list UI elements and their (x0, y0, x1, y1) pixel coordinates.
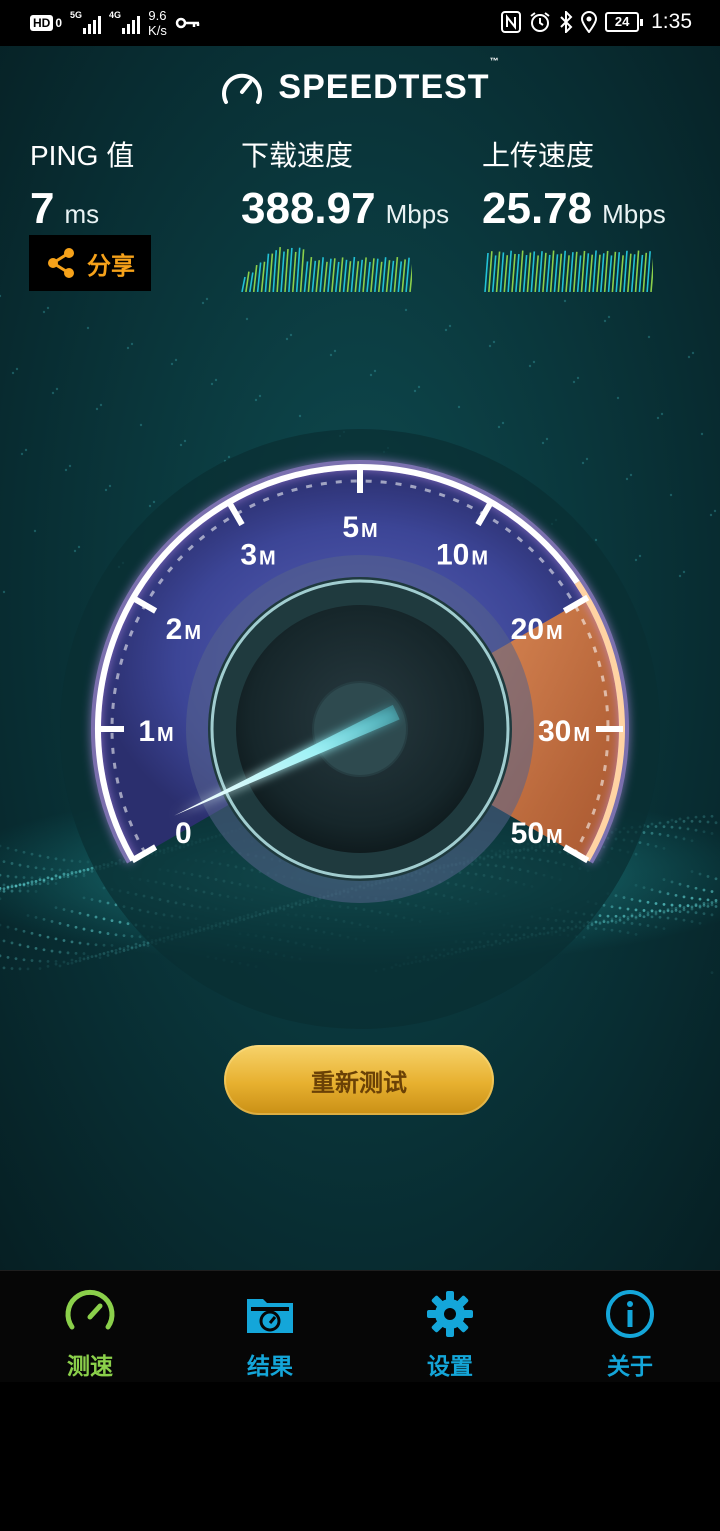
vpn-key-icon (175, 17, 200, 29)
tab-speedtest[interactable]: 测速 (0, 1271, 180, 1383)
gear-icon (427, 1291, 473, 1337)
info-icon (606, 1290, 654, 1338)
gauge-tick-unit: M (157, 724, 174, 746)
gauge-tick-label: 0 (175, 817, 192, 850)
gauge-tick-unit: M (546, 826, 563, 848)
gauge-tick-number: 50 (511, 817, 544, 850)
bottom-navigation: 测速 结果 设置 关于 (0, 1270, 720, 1383)
tab-settings-label: 设置 (427, 1354, 473, 1380)
hd-voice-icon: HD (30, 15, 54, 31)
tab-results-label: 结果 (247, 1354, 293, 1380)
location-icon (581, 11, 598, 33)
gauge-tick-number: 10 (436, 538, 469, 571)
tab-results[interactable]: 结果 (180, 1271, 360, 1383)
retest-label: 重新测试 (311, 1068, 407, 1097)
gauge-tick-unit: M (546, 622, 563, 644)
blank-bottom-area (0, 1382, 720, 1531)
gauge-tick-unit: M (573, 724, 590, 746)
bluetooth-icon (560, 11, 573, 33)
alarm-icon (530, 12, 550, 32)
gauge-tick-number: 2 (166, 613, 183, 646)
hd-sub-label: 0 (55, 16, 63, 30)
gauge-tick-number: 20 (511, 613, 544, 646)
nfc-icon (501, 11, 522, 33)
retest-button[interactable]: 重新测试 (224, 1045, 494, 1115)
signal-4g-icon: 4G (109, 10, 141, 34)
clock: 1:35 (651, 10, 692, 33)
signal-5g-icon: 5G (70, 10, 102, 34)
gauge-tick-number: 0 (175, 817, 192, 850)
gauge-tick-number: 30 (538, 715, 571, 748)
results-folder-icon (247, 1299, 293, 1333)
gauge-tick-number: 3 (240, 538, 257, 571)
network-speed: 9.6 K/s (148, 8, 167, 38)
tab-about[interactable]: 关于 (540, 1271, 720, 1383)
speedometer-icon (65, 1289, 115, 1330)
status-bar: HD 0 5G 4G 9.6 K/s 24 1:35 (0, 0, 720, 46)
gauge-tick-unit: M (471, 547, 488, 569)
tab-about-label: 关于 (607, 1354, 653, 1380)
gauge-tick-unit: M (361, 520, 378, 542)
tab-settings[interactable]: 设置 (360, 1271, 540, 1383)
screen: HD 0 5G 4G 9.6 K/s 24 1:35 SPEEDTEST™ PI… (0, 0, 720, 1531)
gauge-tick-unit: M (184, 622, 201, 644)
gauge-tick-number: 5 (342, 511, 359, 544)
speedtest-main: SPEEDTEST™ PING 值 7 ms 下载速度 388.97 Mbps 上传… (0, 46, 720, 1270)
battery-icon: 24 (605, 12, 644, 32)
gauge-tick-number: 1 (138, 715, 155, 748)
gauge-tick-unit: M (259, 547, 276, 569)
tab-speedtest-label: 测速 (67, 1354, 113, 1380)
